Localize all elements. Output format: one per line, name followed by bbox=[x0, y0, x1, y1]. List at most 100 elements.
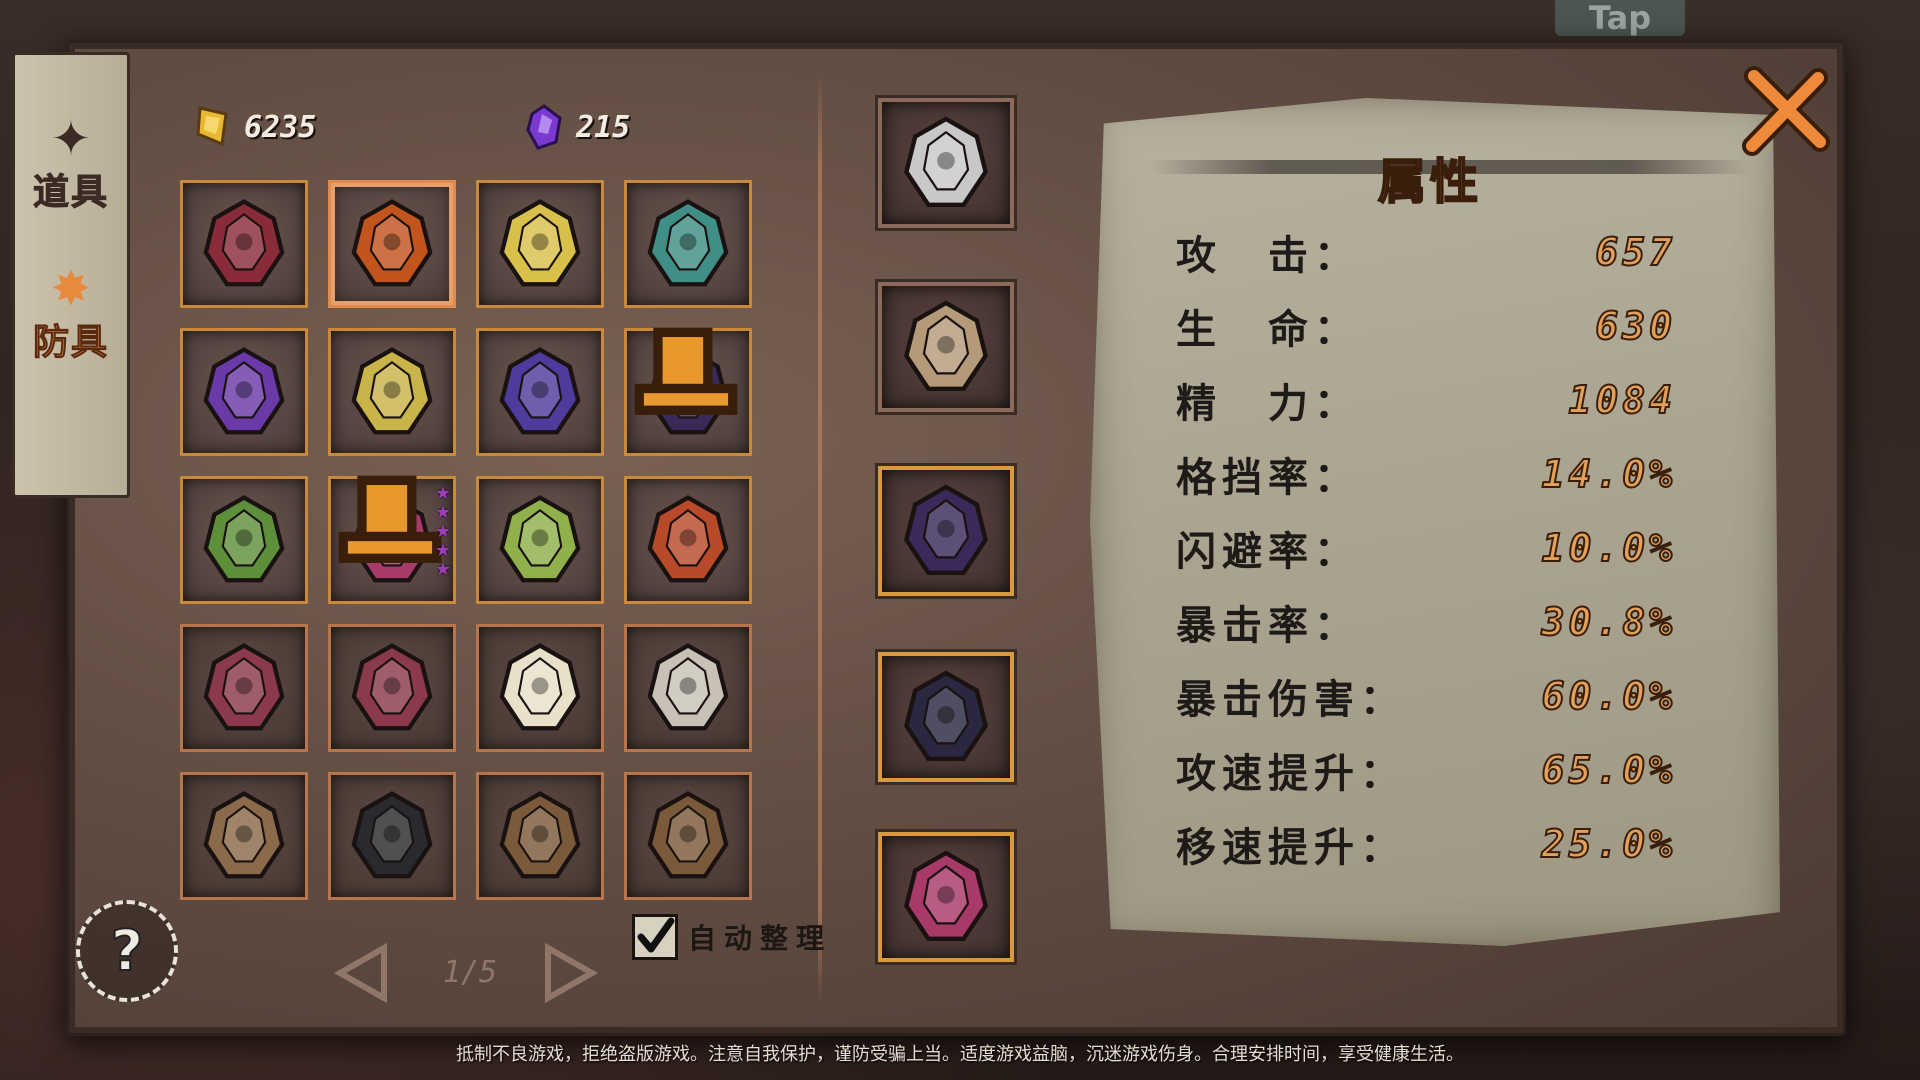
spiked-gauntlet-icon bbox=[203, 791, 285, 879]
inventory-slot[interactable] bbox=[624, 327, 752, 456]
equipped-slot-horned-shadow-mask[interactable] bbox=[878, 466, 1014, 596]
equipped-slot-dark-hood-jacket[interactable] bbox=[878, 652, 1014, 782]
star-icon: ★ bbox=[434, 540, 451, 561]
stat-value: 25.0% bbox=[1541, 821, 1676, 867]
equipped-slot-crimson-boots[interactable] bbox=[878, 832, 1014, 962]
armor-tab-icon: ✸ bbox=[50, 261, 92, 317]
inventory-slot[interactable] bbox=[328, 180, 456, 308]
auto-sort-label: 自动整理 bbox=[688, 922, 833, 955]
inventory-slot[interactable] bbox=[328, 772, 456, 900]
stat-label: 攻 击： bbox=[1176, 233, 1360, 279]
inventory-slot[interactable] bbox=[180, 180, 308, 308]
stats-title: 属性 bbox=[1377, 153, 1482, 211]
inventory-slot[interactable] bbox=[624, 624, 752, 752]
star-icon: ★ bbox=[434, 502, 451, 523]
auto-sort-toggle[interactable]: 自动整理 bbox=[632, 914, 832, 960]
stat-label: 攻速提升： bbox=[1176, 751, 1406, 797]
dark-hood-jacket-icon bbox=[904, 670, 988, 761]
inventory-slot[interactable] bbox=[180, 476, 308, 604]
stat-row: 攻速提升： 65.0% bbox=[1176, 740, 1676, 800]
gold-amount: 6235 bbox=[244, 109, 317, 145]
flame-golem-armor-icon bbox=[351, 199, 433, 287]
stat-row: 格挡率： 14.0% bbox=[1176, 444, 1676, 504]
inventory-slot[interactable] bbox=[476, 328, 604, 456]
inventory-slot[interactable] bbox=[476, 624, 604, 752]
inventory-slot[interactable] bbox=[624, 772, 752, 900]
star-icon: ★ bbox=[434, 483, 451, 504]
stat-value: 60.0% bbox=[1541, 673, 1676, 719]
wooden-shield-icon bbox=[904, 300, 988, 391]
prev-page-button[interactable] bbox=[332, 940, 392, 1006]
close-button[interactable] bbox=[1740, 66, 1830, 156]
inventory-slot[interactable] bbox=[624, 180, 752, 308]
stat-value: 65.0% bbox=[1541, 747, 1676, 793]
hat-badge-icon bbox=[338, 475, 442, 563]
stat-value: 657 bbox=[1594, 229, 1676, 275]
gem-amount: 215 bbox=[576, 109, 631, 145]
crimson-vest-icon bbox=[203, 643, 285, 731]
white-holy-coat-icon bbox=[499, 643, 581, 731]
tab-items[interactable]: ✦ 道具 bbox=[15, 95, 127, 215]
golden-orb-armor-icon bbox=[351, 347, 433, 435]
next-page-button[interactable] bbox=[540, 940, 600, 1006]
stat-row: 生 命： 630 bbox=[1176, 296, 1676, 356]
equipped-slot-curved-dagger[interactable] bbox=[878, 98, 1014, 228]
inventory-slot[interactable] bbox=[624, 476, 752, 604]
arrow-left-icon bbox=[333, 942, 387, 1004]
inventory-slot[interactable] bbox=[180, 772, 308, 900]
stat-label: 闪避率： bbox=[1176, 529, 1360, 575]
inventory-slot[interactable]: ★ ★ ★ ★ ★ bbox=[328, 475, 456, 604]
inventory-slot[interactable] bbox=[328, 624, 456, 752]
gold-crystal-icon bbox=[196, 106, 228, 147]
gem-counter: 215 bbox=[524, 104, 630, 150]
stat-value: 14.0% bbox=[1541, 451, 1676, 497]
equipped-slot-wooden-shield[interactable] bbox=[878, 282, 1014, 412]
curved-dagger-icon bbox=[904, 116, 988, 207]
teal-beast-armor-icon bbox=[647, 199, 729, 287]
inventory-slot[interactable] bbox=[476, 476, 604, 604]
lava-dragon-armor-icon bbox=[647, 495, 729, 583]
inventory-slot[interactable] bbox=[476, 180, 604, 308]
top-sign: Tap bbox=[1555, 0, 1685, 36]
inventory-slot[interactable] bbox=[476, 772, 604, 900]
stat-label: 生 命： bbox=[1176, 307, 1360, 353]
crimson-boots-icon bbox=[904, 850, 988, 941]
fur-shoulder-pad-icon bbox=[647, 791, 729, 879]
inventory-slot[interactable] bbox=[180, 624, 308, 752]
stat-row: 精 力： 1084 bbox=[1176, 370, 1676, 430]
bandage-wrap-icon bbox=[647, 643, 729, 731]
stat-value: 10.0% bbox=[1541, 525, 1676, 571]
page-indicator: 1/5 bbox=[442, 955, 498, 990]
close-icon bbox=[1742, 66, 1830, 156]
inventory-slot[interactable] bbox=[180, 328, 308, 456]
inventory-grid: ★ ★ ★ ★ ★ bbox=[180, 180, 756, 900]
stat-label: 移速提升： bbox=[1176, 825, 1406, 871]
fur-shoulder-pad-icon bbox=[499, 791, 581, 879]
tab-items-label: 道具 bbox=[32, 172, 109, 214]
horned-shadow-mask-icon bbox=[904, 484, 988, 575]
star-rating: ★ ★ ★ ★ ★ bbox=[435, 485, 451, 579]
stat-row: 攻 击： 657 bbox=[1176, 222, 1676, 282]
purple-gem-icon bbox=[526, 104, 562, 150]
help-button[interactable]: ? bbox=[76, 900, 178, 1002]
gold-counter: 6235 bbox=[192, 104, 316, 150]
panel-divider bbox=[818, 75, 822, 1005]
auto-sort-checkbox[interactable] bbox=[632, 914, 678, 960]
winged-golden-armor-icon bbox=[499, 199, 581, 287]
arrow-right-icon bbox=[545, 942, 599, 1004]
side-tab-bar: ✦ 道具 ✸ 防具 bbox=[12, 52, 130, 498]
hat-badge-icon bbox=[634, 327, 738, 415]
void-shard-armor-icon bbox=[203, 347, 285, 435]
health-notice: 抵制不良游戏，拒绝盗版游戏。注意自我保护，谨防受骗上当。适度游戏益脑，沉迷游戏伤… bbox=[456, 1044, 1464, 1065]
stat-label: 暴击伤害： bbox=[1176, 677, 1406, 723]
checkmark-icon bbox=[637, 917, 675, 953]
question-icon: ? bbox=[110, 918, 145, 985]
stat-label: 暴击率： bbox=[1176, 603, 1360, 649]
jade-crystal-armor-icon bbox=[499, 495, 581, 583]
forest-spirit-armor-icon bbox=[203, 495, 285, 583]
inventory-slot[interactable] bbox=[328, 328, 456, 456]
item-tab-icon: ✦ bbox=[50, 111, 92, 167]
stat-row: 移速提升： 25.0% bbox=[1176, 814, 1676, 874]
tab-armor[interactable]: ✸ 防具 bbox=[15, 245, 127, 365]
stat-row: 暴击率： 30.8% bbox=[1176, 592, 1676, 652]
